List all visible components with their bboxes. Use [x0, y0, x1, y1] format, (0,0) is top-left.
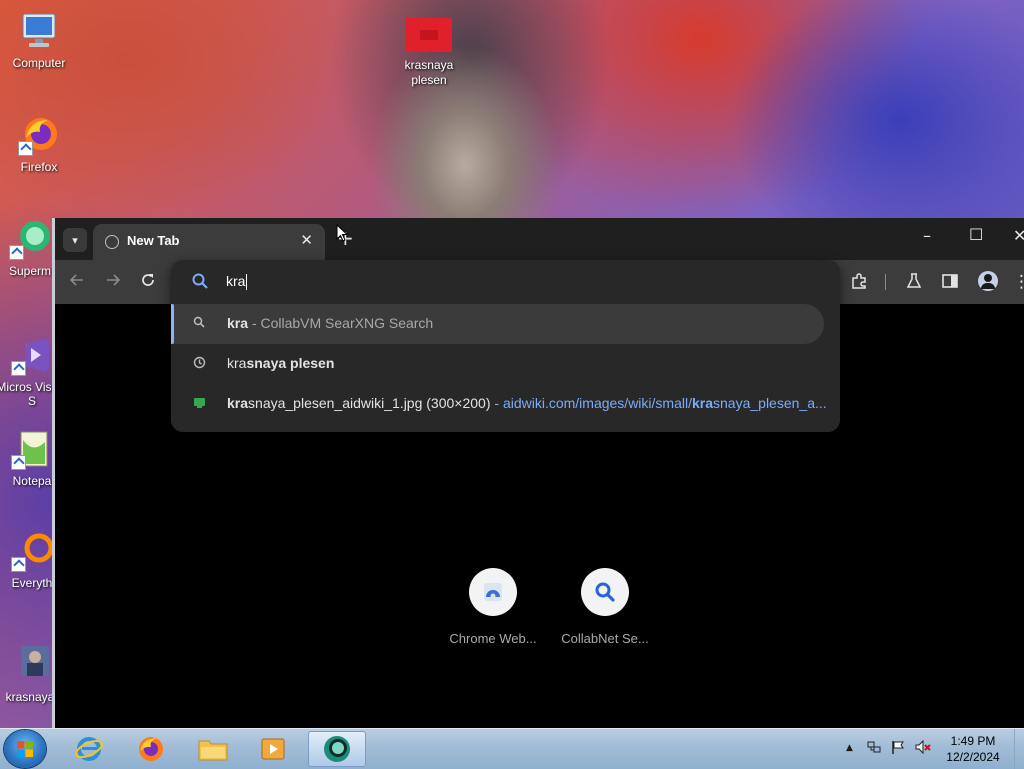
firefox-icon — [18, 114, 60, 156]
profile-avatar[interactable] — [978, 271, 998, 291]
taskbar-file-explorer[interactable] — [188, 731, 238, 767]
show-hidden-icons-button[interactable]: ▲ — [846, 743, 853, 753]
shortcut-arrow-icon — [11, 361, 26, 376]
tab-search-button[interactable]: ▾ — [63, 228, 87, 252]
shortcut-label: CollabNet Se... — [561, 631, 649, 646]
image-icon — [193, 396, 209, 412]
shortcut-chrome-web-store[interactable]: Chrome Web... — [438, 568, 548, 646]
shortcut-arrow-icon — [11, 557, 26, 572]
taskbar-internet-explorer[interactable] — [64, 731, 114, 767]
notepad-icon — [11, 428, 53, 470]
clock-time: 1:49 PM — [950, 734, 996, 748]
address-bar[interactable]: kra — [171, 260, 840, 304]
clock-date: 12/2/2024 — [946, 750, 1000, 764]
puzzle-icon — [852, 273, 866, 289]
app-icon — [9, 218, 51, 260]
taskbar-firefox[interactable] — [126, 731, 176, 767]
network-icon[interactable] — [866, 739, 882, 759]
media-player-icon — [261, 738, 285, 760]
computer-icon — [18, 10, 60, 52]
system-clock[interactable]: 1:49 PM 12/2/2024 — [940, 733, 1006, 765]
desktop-icon-label: Firefox — [20, 160, 58, 174]
volume-muted-icon[interactable] — [914, 739, 932, 759]
side-panel-button[interactable] — [941, 272, 959, 295]
mouse-cursor-icon — [336, 224, 348, 242]
side-panel-icon — [942, 274, 958, 288]
start-button[interactable] — [4, 730, 46, 768]
chevron-down-icon: ▾ — [72, 233, 78, 247]
close-tab-icon[interactable]: ✕ — [300, 231, 313, 249]
shortcut-arrow-icon — [9, 245, 24, 260]
toolbar-divider — [885, 274, 886, 290]
extensions-button[interactable] — [850, 272, 868, 295]
chrome-icon — [324, 736, 350, 762]
red-folder-icon — [406, 18, 452, 52]
search-icon — [191, 272, 209, 293]
desktop-icon-label: Computer — [12, 56, 66, 70]
desktop-icon-computer[interactable]: Computer — [1, 10, 77, 70]
suggestion-image[interactable]: krasnaya_plesen_aidwiki_1.jpg (300×200) … — [171, 384, 840, 424]
suggestion-history[interactable]: krasnaya plesen — [171, 344, 840, 384]
taskbar-media-player[interactable] — [248, 731, 298, 767]
visual-studio-icon — [11, 334, 53, 376]
reload-icon — [142, 274, 154, 286]
chrome-web-store-icon — [469, 568, 517, 616]
maximize-button[interactable]: ☐ — [969, 225, 983, 244]
more-vert-icon: ⋮ — [1013, 272, 1024, 292]
globe-icon — [105, 235, 119, 249]
everything-search-icon — [11, 530, 54, 572]
menu-button[interactable]: ⋮ — [1013, 272, 1024, 292]
desktop-icon-krasnaya-plesen[interactable]: krasnaya plesen — [391, 18, 467, 88]
windows-logo-icon — [17, 741, 33, 757]
minimize-button[interactable]: – — [923, 226, 931, 245]
selection-indicator — [171, 304, 174, 344]
desktop-icon-firefox[interactable]: Firefox — [1, 114, 77, 174]
desktop-icon-label: krasnaya plesen — [404, 58, 454, 87]
forward-button[interactable] — [105, 272, 121, 293]
labs-button[interactable] — [905, 272, 923, 295]
reload-button[interactable] — [140, 272, 156, 293]
shortcut-label: Chrome Web... — [449, 631, 537, 646]
shortcut-arrow-icon — [11, 455, 26, 470]
close-window-button[interactable]: ✕ — [1013, 226, 1024, 245]
tab-title: New Tab — [127, 233, 180, 248]
shortcut-collabnet-search[interactable]: CollabNet Se... — [550, 568, 660, 646]
action-center-flag-icon[interactable] — [890, 739, 906, 759]
search-icon — [581, 568, 629, 616]
show-desktop-button[interactable] — [1014, 729, 1024, 769]
flask-icon — [906, 273, 922, 288]
history-icon — [193, 356, 209, 372]
internet-explorer-icon — [75, 737, 103, 761]
suggestion-text: krasnaya plesen — [227, 355, 335, 371]
tab-new-tab[interactable]: New Tab ✕ — [93, 224, 325, 260]
suggestion-text: kra - CollabVM SearXNG Search — [227, 315, 434, 331]
tab-strip: ▾ New Tab ✕ + – ☐ ✕ — [55, 218, 1024, 260]
suggestion-text: krasnaya_plesen_aidwiki_1.jpg (300×200) … — [227, 395, 827, 411]
omnibox-dropdown: kra kra - CollabVM SearXNG Search krasna… — [171, 260, 840, 432]
address-input[interactable]: kra — [226, 273, 248, 291]
file-explorer-icon — [198, 740, 228, 761]
search-icon — [193, 316, 209, 332]
suggestion-search[interactable]: kra - CollabVM SearXNG Search — [171, 304, 824, 344]
back-arrow-icon — [69, 274, 83, 286]
taskbar-chrome[interactable] — [308, 731, 366, 767]
taskbar: ▲ 1:49 PM 12/2/2024 — [0, 728, 1024, 769]
back-button[interactable] — [69, 272, 85, 293]
forward-arrow-icon — [107, 274, 121, 286]
firefox-icon — [139, 737, 163, 761]
shortcut-arrow-icon — [18, 141, 33, 156]
browser-window: ▾ New Tab ✕ + – ☐ ✕ ⋮ kra kra - CollabVM… — [52, 218, 1024, 728]
image-file-icon — [9, 644, 51, 686]
